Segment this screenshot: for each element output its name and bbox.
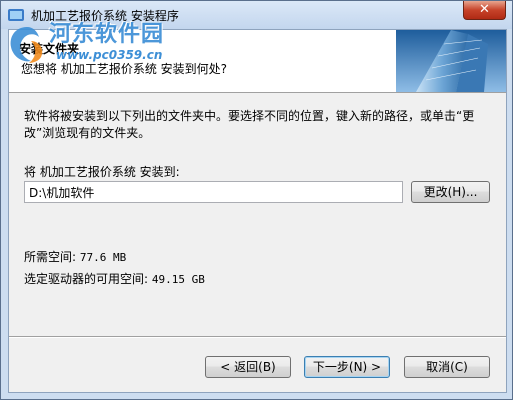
app-icon — [8, 9, 24, 21]
space-required: 所需空间: 77.6 MB — [24, 248, 126, 265]
space-available-value: 49.15 GB — [151, 273, 205, 286]
back-button[interactable]: < 返回(B) — [205, 356, 291, 378]
destination-label: 将 机加工艺报价系统 安装到: — [24, 165, 180, 179]
page-subtitle: 您想将 机加工艺报价系统 安装到何处? — [21, 62, 227, 76]
install-path-input[interactable] — [24, 181, 403, 203]
footer-divider — [9, 336, 506, 338]
space-required-value: 77.6 MB — [79, 251, 127, 264]
next-button[interactable]: 下一步(N) > — [304, 356, 390, 378]
install-description: 软件将被安装到以下列出的文件夹中。要选择不同的位置，键入新的路径，或单击“更改”… — [24, 109, 475, 140]
watermark-text: 河东软件园 — [49, 22, 165, 47]
installer-window: 机加工艺报价系统 安装程序 ✕ 安装文件夹 您想将 机加工艺报价系统 安装到何处… — [0, 0, 513, 400]
cancel-button[interactable]: 取消(C) — [404, 356, 490, 378]
watermark-url: www.pc0359.cn — [56, 48, 163, 62]
close-button[interactable]: ✕ — [463, 1, 506, 20]
space-available: 选定驱动器的可用空间: 49.15 GB — [24, 270, 205, 287]
space-available-label: 选定驱动器的可用空间: — [24, 272, 149, 286]
space-required-label: 所需空间: — [24, 250, 77, 264]
change-folder-button[interactable]: 更改(H)... — [411, 181, 490, 203]
close-icon: ✕ — [479, 2, 490, 17]
building-banner-image — [396, 30, 506, 92]
watermark-logo-icon — [10, 27, 43, 63]
wizard-client-area: 安装文件夹 您想将 机加工艺报价系统 安装到何处? 软件将被安装到以下列出的文件… — [8, 29, 507, 393]
